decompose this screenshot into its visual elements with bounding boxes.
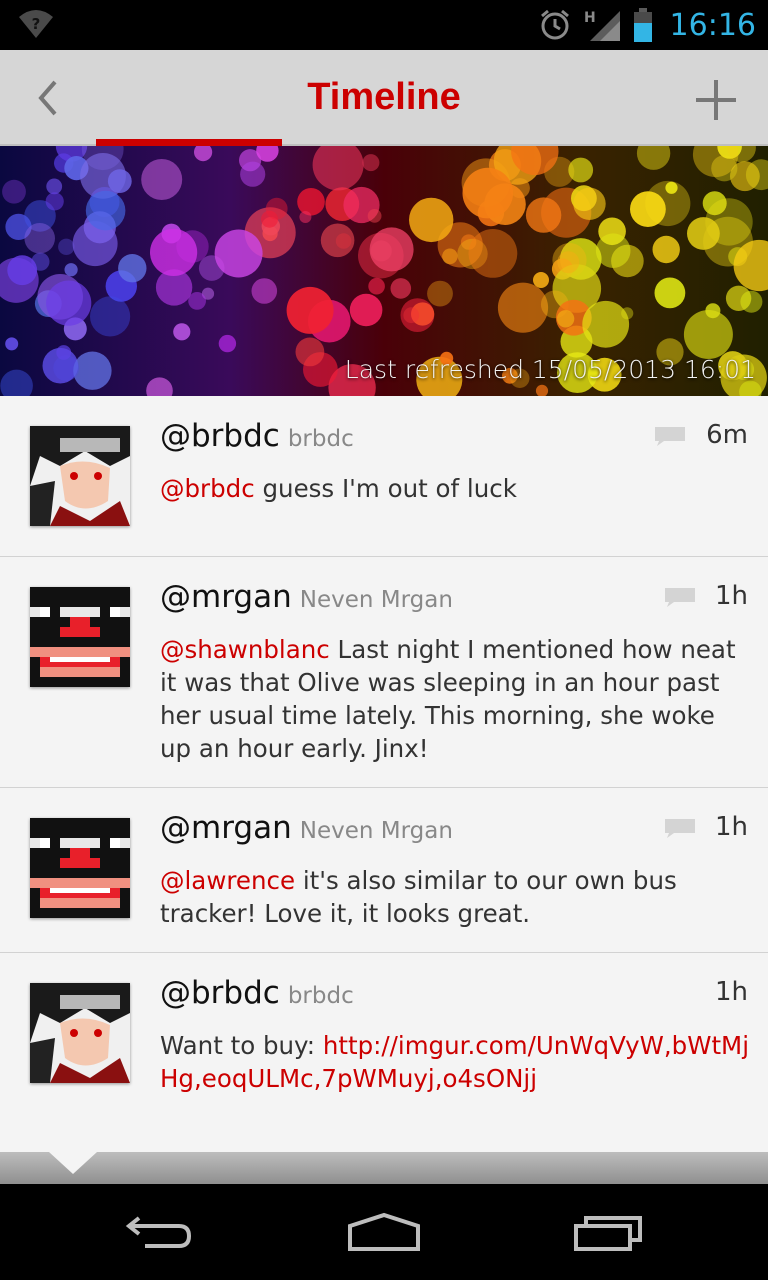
pixel-face-avatar-image: [30, 818, 130, 918]
tweet-name: brbdc: [287, 426, 354, 452]
tweet-mention[interactable]: @shawnblanc: [160, 635, 330, 664]
anime-avatar-image: [30, 983, 130, 1083]
signal-icon: H: [584, 10, 620, 41]
back-nav-icon: [125, 1216, 192, 1248]
tweet-content: guess I'm out of luck: [254, 474, 517, 503]
avatar[interactable]: [30, 818, 130, 918]
tweet-text: Want to buy: http://imgur.com/UnWqVyW,bW…: [160, 1029, 750, 1095]
tweet-name: brbdc: [287, 983, 354, 1009]
tweet-time: 1h: [714, 812, 748, 842]
pointer-notch: [49, 1152, 97, 1174]
tweet-item[interactable]: @mrgan Neven Mrgan 1h @shawnblanc Last ni…: [0, 557, 768, 788]
tweet-time: 1h: [714, 581, 748, 611]
recents-nav-icon: [574, 1216, 642, 1251]
nav-home-button[interactable]: [334, 1202, 434, 1262]
tweet-time: 1h: [714, 977, 748, 1007]
home-nav-icon: [348, 1212, 420, 1251]
wifi-unknown-icon: ?: [19, 10, 53, 38]
pixel-face-avatar-image: [30, 587, 130, 687]
nav-recents-button[interactable]: [558, 1202, 658, 1262]
nav-back-button[interactable]: [110, 1202, 210, 1262]
battery-icon: [633, 8, 652, 42]
tweet-handle[interactable]: @mrgan: [160, 810, 292, 846]
tweet-handle[interactable]: @brbdc: [160, 418, 280, 454]
avatar[interactable]: [30, 587, 130, 687]
plus-icon[interactable]: [694, 78, 738, 122]
clock: 16:16: [669, 7, 756, 43]
tweet-mention[interactable]: @brbdc: [160, 474, 255, 503]
tab-indicator: [96, 139, 282, 146]
tweet-name: Neven Mrgan: [299, 818, 453, 844]
svg-text:H: H: [584, 10, 596, 26]
svg-text:?: ?: [32, 15, 41, 33]
tweet-text: @shawnblanc Last night I mentioned how n…: [160, 633, 750, 765]
list-footer-shadow: [0, 1152, 768, 1184]
tweet-name: Neven Mrgan: [299, 587, 453, 613]
tweet-mention[interactable]: @lawrence: [160, 866, 295, 895]
conversation-icon: [665, 588, 695, 607]
avatar[interactable]: [30, 426, 130, 526]
tweet-handle[interactable]: @mrgan: [160, 579, 292, 615]
tweet-item[interactable]: @mrgan Neven Mrgan 1h @lawrence it's also…: [0, 788, 768, 953]
page-title: Timeline: [307, 76, 461, 118]
timeline-list[interactable]: @brbdc brbdc 6m @brbdc guess I'm out of l…: [0, 396, 768, 1152]
anime-avatar-image: [30, 426, 130, 526]
alarm-icon: [540, 9, 569, 40]
last-refreshed-label: Last refreshed 15/05/2013 16:01: [344, 355, 756, 384]
tweet-time: 6m: [706, 420, 748, 450]
tweet-text: @brbdc guess I'm out of luck: [160, 472, 750, 505]
tweet-item[interactable]: @brbdc brbdc 6m @brbdc guess I'm out of l…: [0, 396, 768, 557]
avatar[interactable]: [30, 983, 130, 1083]
action-bar: Timeline: [0, 50, 768, 146]
header-banner: Last refreshed 15/05/2013 16:01: [0, 146, 768, 396]
tweet-handle[interactable]: @brbdc: [160, 975, 280, 1011]
tweet-content: Want to buy:: [160, 1031, 323, 1060]
conversation-icon: [665, 819, 695, 838]
navigation-bar: [0, 1184, 768, 1280]
tweet-item[interactable]: @brbdc brbdc 1h Want to buy: http://imgur…: [0, 953, 768, 1152]
status-bar: ? H 16:16: [0, 0, 768, 50]
tweet-text: @lawrence it's also similar to our own b…: [160, 864, 750, 930]
conversation-icon: [655, 427, 685, 446]
